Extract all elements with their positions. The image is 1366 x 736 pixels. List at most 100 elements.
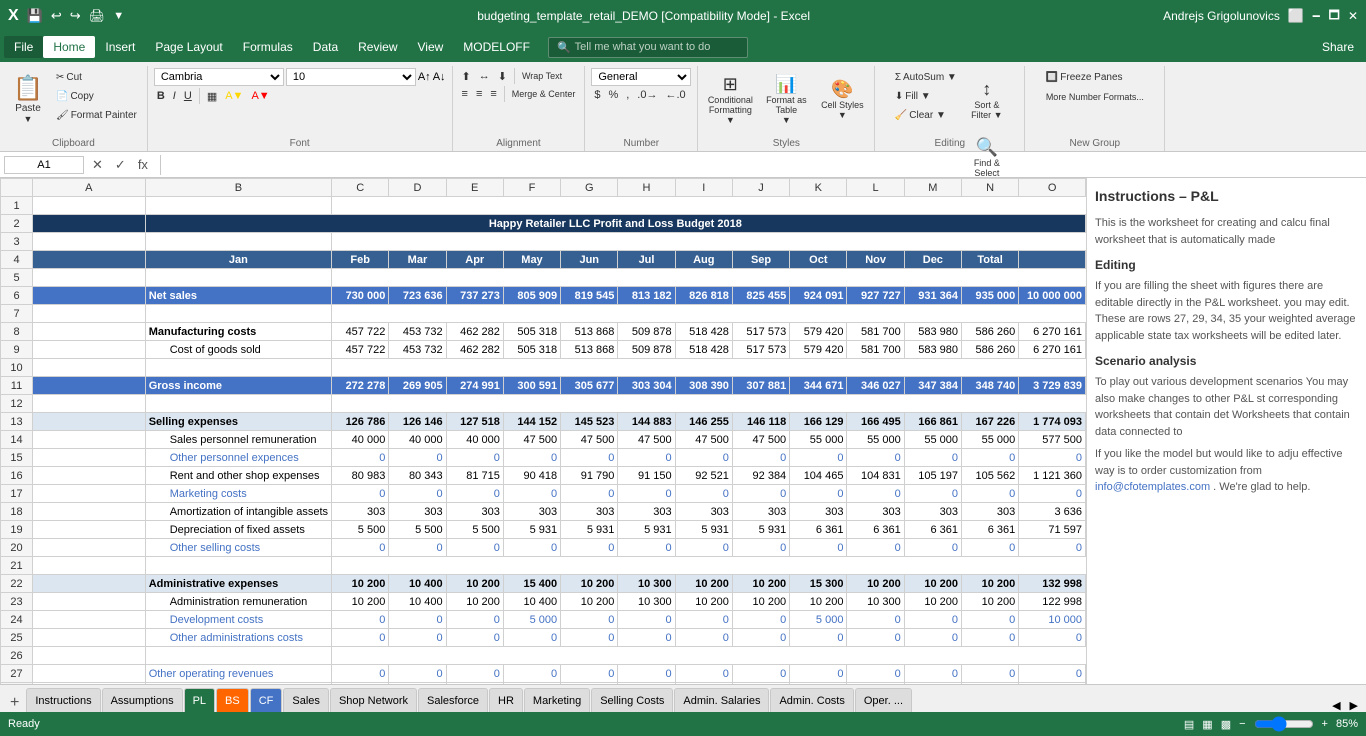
menu-home[interactable]: Home	[43, 36, 95, 58]
data-cell[interactable]: 307 881	[732, 377, 789, 395]
data-cell[interactable]: 305 677	[561, 377, 618, 395]
data-cell[interactable]: 10 200	[732, 593, 789, 611]
data-cell[interactable]: 0	[561, 611, 618, 629]
data-cell[interactable]: 15 300	[790, 575, 847, 593]
data-cell[interactable]: 47 500	[561, 431, 618, 449]
data-cell[interactable]: 0	[732, 539, 789, 557]
data-cell[interactable]: 300 591	[503, 377, 560, 395]
data-cell[interactable]: 737 273	[446, 287, 503, 305]
quick-access-save[interactable]: 💾	[27, 8, 43, 24]
data-cell[interactable]: 0	[618, 449, 675, 467]
currency-btn[interactable]: $	[591, 88, 603, 102]
empty-cell[interactable]	[33, 197, 146, 215]
data-cell[interactable]: 0	[1019, 485, 1086, 503]
data-cell[interactable]: 581 700	[847, 341, 904, 359]
quick-access-more[interactable]: ▼	[113, 10, 124, 22]
data-cell[interactable]: 10 200	[446, 593, 503, 611]
data-cell[interactable]: 10 200	[790, 593, 847, 611]
data-cell[interactable]: 55 000	[847, 431, 904, 449]
data-cell[interactable]: 0	[961, 485, 1018, 503]
data-cell[interactable]: 0	[618, 611, 675, 629]
empty-cell[interactable]	[33, 557, 146, 575]
data-cell[interactable]: 0	[561, 539, 618, 557]
data-cell[interactable]: 924 091	[790, 287, 847, 305]
wrap-text-btn[interactable]: Wrap Text	[519, 68, 565, 84]
month-header-cell[interactable]: Jul	[618, 251, 675, 269]
data-cell[interactable]: 0	[503, 539, 560, 557]
data-cell[interactable]: 166 129	[790, 413, 847, 431]
format-painter-button[interactable]: 🖌 Format Painter	[52, 106, 141, 124]
col-header-b[interactable]: B	[145, 179, 331, 197]
format-as-table-button[interactable]: 📊 Format as Table ▼	[760, 68, 812, 130]
data-cell[interactable]: 10 200	[904, 575, 961, 593]
data-cell[interactable]: 586 260	[961, 323, 1018, 341]
data-cell[interactable]: 581 700	[847, 323, 904, 341]
maximize-btn[interactable]: 🗖	[1329, 6, 1340, 27]
data-cell[interactable]: 303	[618, 503, 675, 521]
data-cell[interactable]: 303	[790, 503, 847, 521]
data-cell[interactable]: 0	[675, 665, 732, 683]
sheet-tab-bs[interactable]: BS	[216, 688, 249, 712]
copy-button[interactable]: 📄 Copy	[52, 87, 141, 105]
data-cell[interactable]: 10 200	[904, 593, 961, 611]
data-cell[interactable]: 91 790	[561, 467, 618, 485]
data-cell[interactable]: 0	[790, 665, 847, 683]
percent-btn[interactable]: %	[605, 88, 621, 102]
data-cell[interactable]: 47 500	[618, 431, 675, 449]
col-header-f[interactable]: F	[503, 179, 560, 197]
data-cell[interactable]: 586 260	[961, 341, 1018, 359]
data-cell[interactable]: 10 200	[332, 575, 389, 593]
data-cell[interactable]: 104 831	[847, 467, 904, 485]
data-cell[interactable]: 0	[790, 683, 847, 685]
data-cell[interactable]: 505 318	[503, 323, 560, 341]
data-cell[interactable]: 0	[446, 485, 503, 503]
label-cell[interactable]: Marketing costs	[145, 485, 331, 503]
data-cell[interactable]: 1 774 093	[1019, 413, 1086, 431]
data-cell[interactable]: 0	[904, 485, 961, 503]
month-header-cell[interactable]: Total	[961, 251, 1018, 269]
data-cell[interactable]: 5 931	[503, 521, 560, 539]
label-cell[interactable]: Other personnel expences	[145, 449, 331, 467]
data-cell[interactable]: 0	[618, 539, 675, 557]
data-cell[interactable]: 457 722	[332, 341, 389, 359]
data-cell[interactable]: 5 000	[503, 611, 560, 629]
quick-access-redo[interactable]: ↪	[70, 8, 81, 24]
label-cell[interactable]: Amortization of intangible assets	[145, 503, 331, 521]
paste-button[interactable]: 📋 Paste ▼	[6, 68, 50, 130]
data-cell[interactable]: 6 361	[847, 521, 904, 539]
cut-button[interactable]: ✂ Cut	[52, 68, 141, 86]
data-cell[interactable]: 0	[446, 449, 503, 467]
data-cell[interactable]: 5 931	[618, 521, 675, 539]
data-cell[interactable]: 0	[561, 683, 618, 685]
zoom-minus-btn[interactable]: −	[1239, 718, 1245, 730]
data-cell[interactable]: 0	[1019, 683, 1086, 685]
menu-insert[interactable]: Insert	[95, 36, 145, 58]
data-cell[interactable]: 303	[904, 503, 961, 521]
fat-dropdown[interactable]: ▼	[782, 115, 791, 125]
empty-cell[interactable]	[33, 467, 146, 485]
data-cell[interactable]: 0	[790, 539, 847, 557]
data-cell[interactable]: 0	[675, 629, 732, 647]
section-label-cell[interactable]: Selling expenses	[145, 413, 331, 431]
data-cell[interactable]: 10 200	[847, 575, 904, 593]
data-cell[interactable]: 0	[389, 485, 446, 503]
data-cell[interactable]: 122 998	[1019, 593, 1086, 611]
data-cell[interactable]: 146 118	[732, 413, 789, 431]
sheet-tab-scroll-right[interactable]: ▶	[1346, 699, 1362, 712]
label-cell[interactable]: Administration remuneration	[145, 593, 331, 611]
side-panel-email[interactable]: info@cfotemplates.com	[1095, 481, 1210, 493]
data-cell[interactable]: 104 465	[790, 467, 847, 485]
label-cell[interactable]	[145, 395, 331, 413]
data-cell[interactable]: 0	[847, 683, 904, 685]
sheet-tab-hr[interactable]: HR	[489, 688, 523, 712]
data-cell[interactable]: 0	[904, 683, 961, 685]
label-cell[interactable]: Other operating revenues	[145, 665, 331, 683]
label-cell[interactable]: Other selling costs	[145, 539, 331, 557]
data-cell[interactable]: 71 597	[1019, 521, 1086, 539]
empty-cell[interactable]	[33, 359, 146, 377]
data-cell[interactable]: 0	[732, 683, 789, 685]
label-cell[interactable]: Depreciation of fixed assets	[145, 521, 331, 539]
data-cell[interactable]: 0	[446, 665, 503, 683]
data-cell[interactable]: 10 400	[389, 575, 446, 593]
data-cell[interactable]: 145 523	[561, 413, 618, 431]
